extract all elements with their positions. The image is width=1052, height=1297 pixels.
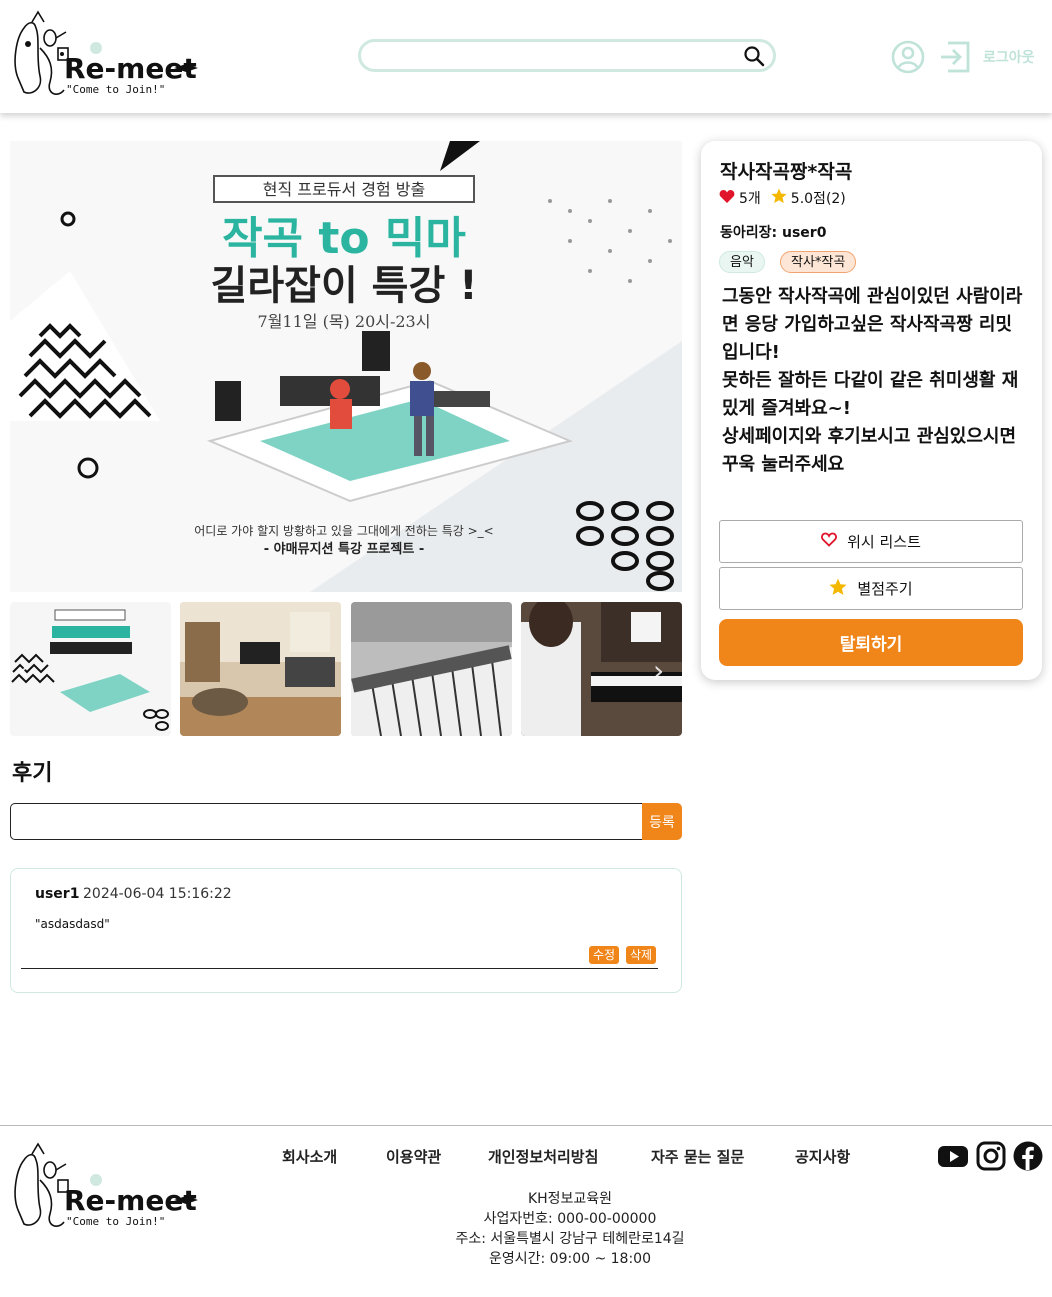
club-name: 작사작곡짱*작곡: [720, 161, 853, 183]
tag-compose[interactable]: 작사*작곡: [780, 251, 857, 273]
footer-link-about[interactable]: 회사소개: [282, 1146, 337, 1167]
poster-title-line2: 길라잡이 특강 !: [211, 263, 478, 309]
footer-link-terms[interactable]: 이용약관: [386, 1146, 441, 1167]
logout-icon[interactable]: [938, 40, 972, 74]
heart-outline-icon: [821, 532, 838, 551]
leader-label: 동아리장:: [720, 225, 778, 241]
review-item: user1 2024-06-04 15:16:22 "asdasdasd" 수정…: [10, 868, 682, 993]
search-bar[interactable]: [358, 39, 776, 72]
footer-address: 주소: 서울특별시 강남구 테헤란로14길: [455, 1231, 685, 1247]
review-date: 2024-06-04 15:16:22: [83, 886, 232, 902]
header: Re-meet "Come to Join!" 로그아웃: [0, 0, 1052, 113]
footer-logo-subtext: "Come to Join!": [66, 1215, 165, 1228]
tag-music[interactable]: 음악: [719, 251, 765, 273]
review-section-title: 후기: [12, 761, 53, 786]
club-description: 그동안 작사작곡에 관심이있던 사람이라면 응당 가입하고싶은 작사작곡짱 리밋…: [722, 286, 1023, 475]
club-leader: 동아리장: user0: [720, 222, 826, 242]
logo[interactable]: Re-meet "Come to Join!": [10, 8, 200, 100]
review-delete-button[interactable]: 삭제: [626, 946, 657, 964]
wishlist-button[interactable]: 위시 리스트: [719, 520, 1023, 563]
footer-hours: 운영시간: 09:00 ~ 18:00: [488, 1251, 651, 1267]
user-icon[interactable]: [891, 40, 925, 74]
poster-title-line1: 작곡 to 믹마: [222, 213, 466, 264]
next-arrow-icon[interactable]: ›: [653, 654, 664, 687]
review-text: "asdasdasd": [35, 917, 110, 931]
facebook-icon[interactable]: [1013, 1141, 1043, 1171]
rate-button[interactable]: 별점주기: [719, 567, 1023, 610]
poster-caption2: - 야매뮤지션 특강 프로젝트 -: [264, 541, 424, 557]
youtube-icon[interactable]: [938, 1141, 968, 1171]
likes-count: 5개: [739, 191, 761, 207]
footer-business-no: 사업자번호: 000-00-00000: [483, 1211, 657, 1227]
heart-icon: [719, 189, 735, 208]
club-info-card: 작사작곡짱*작곡 5개 5.0점(2) 동아리장: user0 음악 작사*작곡…: [701, 141, 1042, 680]
thumbnail-studio-room[interactable]: [180, 602, 341, 736]
thumbnail-carousel: ‹ ›: [10, 602, 682, 736]
leader-name: user0: [782, 225, 827, 241]
leave-club-button[interactable]: 탈퇴하기: [719, 619, 1023, 666]
main-poster-image: 현직 프로듀서 경험 방출 작곡 to 믹마 길라잡이 특강 ! 7월11일 (…: [10, 141, 682, 592]
rating-value: 5.0점(2): [790, 191, 846, 207]
thumbnail-keyboard[interactable]: [351, 602, 512, 736]
wishlist-label: 위시 리스트: [847, 533, 921, 551]
instagram-icon[interactable]: [976, 1141, 1006, 1171]
footer-divider: [0, 1125, 1052, 1126]
footer-company: KH정보교육원: [527, 1191, 613, 1207]
footer-company-info: KH정보교육원 사업자번호: 000-00-00000 주소: 서울특별시 강남…: [400, 1189, 740, 1269]
review-input[interactable]: [10, 803, 643, 840]
search-icon[interactable]: [743, 45, 765, 67]
star-icon: [771, 188, 787, 208]
review-divider: [21, 968, 658, 969]
logout-link[interactable]: 로그아웃: [983, 47, 1035, 67]
poster-badge: 현직 프로듀서 경험 방출: [263, 180, 425, 199]
rate-label: 별점주기: [857, 580, 913, 598]
prev-arrow-icon[interactable]: ‹: [18, 654, 29, 687]
review-edit-button[interactable]: 수정: [589, 946, 620, 964]
poster-caption1: 어디로 가야 할지 방황하고 있을 그대에게 전하는 특강 >_<: [194, 524, 494, 538]
review-author: user1: [35, 886, 80, 902]
footer-link-notice[interactable]: 공지사항: [795, 1146, 850, 1167]
footer-logo[interactable]: Re-meet "Come to Join!": [10, 1140, 200, 1232]
logo-subtext: "Come to Join!": [66, 83, 165, 96]
thumbnail-piano-player[interactable]: ›: [521, 602, 682, 736]
footer-link-privacy[interactable]: 개인정보처리방침: [488, 1146, 598, 1167]
poster-date: 7월11일 (목) 20시-23시: [258, 312, 431, 331]
club-stats: 5개 5.0점(2): [719, 188, 846, 208]
star-icon: [829, 578, 847, 600]
review-submit-button[interactable]: 등록: [642, 803, 682, 840]
footer-link-faq[interactable]: 자주 묻는 질문: [651, 1146, 744, 1167]
thumbnail-poster[interactable]: ‹: [10, 602, 171, 736]
